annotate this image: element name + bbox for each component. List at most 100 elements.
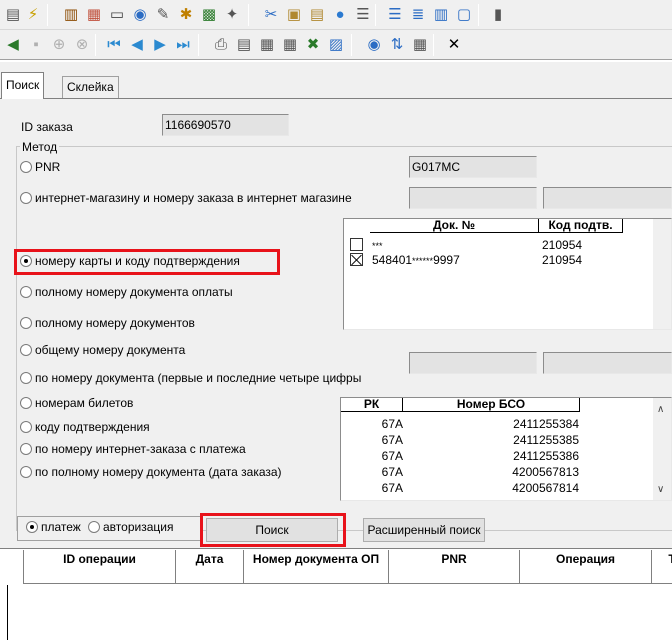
method-radio-6[interactable] <box>20 372 32 384</box>
shop-field[interactable] <box>409 187 537 209</box>
copy-icon[interactable]: ▣ <box>284 5 304 25</box>
highlight-card-option <box>14 249 280 275</box>
bso-cell: 2411255386 <box>513 449 579 463</box>
operation-header[interactable]: Операция <box>520 550 652 584</box>
info-icon[interactable]: ● <box>330 5 350 25</box>
toolbar-separator <box>478 4 479 26</box>
method-option-label-8: коду подтверждения <box>35 420 150 434</box>
doc-number-stars: *** <box>372 241 383 251</box>
doc-number-suffix: 9997 <box>433 253 460 267</box>
doc-grid-scrollbar[interactable] <box>653 219 671 329</box>
preview-icon[interactable]: ▤ <box>234 35 254 55</box>
advanced-search-button[interactable]: Расширенный поиск <box>363 518 485 542</box>
print-icon[interactable]: ⎙ <box>211 35 231 55</box>
document-icon[interactable]: ▤ <box>3 5 23 25</box>
doc-first4-field[interactable] <box>409 352 537 374</box>
first-record-icon[interactable]: ⏮ <box>104 35 124 55</box>
delete-icon[interactable]: ⊗ <box>72 35 92 55</box>
rk-header[interactable]: РК <box>341 398 403 412</box>
pnr-field[interactable]: G017MC <box>409 156 537 178</box>
person-icon[interactable]: ✦ <box>222 5 242 25</box>
pnr-header[interactable]: PNR <box>389 550 520 584</box>
next-record-icon[interactable]: ▶ <box>150 35 170 55</box>
method-radio-7[interactable] <box>20 397 32 409</box>
prev-record-icon[interactable]: ◀ <box>127 35 147 55</box>
report-icon[interactable]: ▨ <box>326 35 346 55</box>
code-cell: 210954 <box>542 238 583 252</box>
add-icon[interactable]: ⊕ <box>49 35 69 55</box>
ticket-grid[interactable]: РК Номер БСО ∧ ∨ 67А 2411255384 67А 2411255… <box>340 397 672 501</box>
sort-icon[interactable]: ⇅ <box>387 35 407 55</box>
operation-id-header[interactable]: ID операции <box>24 550 176 584</box>
last-record-icon[interactable]: ⏭ <box>173 35 193 55</box>
method-radio-10[interactable] <box>20 466 32 478</box>
doc-last4-field[interactable] <box>543 352 672 374</box>
method-radio-8[interactable] <box>20 421 32 433</box>
date-header[interactable]: Дата <box>176 550 244 584</box>
code-header[interactable]: Код подтв. <box>539 219 623 233</box>
method-radio-4[interactable] <box>20 317 32 329</box>
close-icon[interactable]: ✕ <box>444 35 464 55</box>
order-id-field[interactable]: 1166690570 <box>162 114 289 136</box>
authorization-radio[interactable] <box>88 521 100 533</box>
list-icon[interactable]: ☰ <box>353 5 373 25</box>
doc-number-op-header[interactable]: Номер документа ОП <box>244 550 389 584</box>
scroll-down-icon[interactable]: ∨ <box>657 484 664 495</box>
highlight-search-button <box>200 513 346 547</box>
tab-search[interactable]: Поиск <box>1 72 45 99</box>
type-header[interactable]: Т <box>652 550 672 584</box>
rk-cell: 67А <box>381 417 403 431</box>
doc-row-checkbox[interactable] <box>350 253 363 266</box>
method-radio-3[interactable] <box>20 286 32 298</box>
card-icon[interactable]: ▭ <box>107 5 127 25</box>
export2-icon[interactable]: ▦ <box>280 35 300 55</box>
toolbar-separator <box>433 34 434 56</box>
rk-cell: 67А <box>381 433 403 447</box>
tab-merge[interactable]: Склейка <box>62 76 119 98</box>
method-radio-1[interactable] <box>20 192 32 204</box>
window-icon[interactable]: ▢ <box>454 5 474 25</box>
scissors-icon[interactable]: ✂ <box>261 5 281 25</box>
calculator-icon[interactable]: ▦ <box>410 35 430 55</box>
payment-radio[interactable] <box>26 521 38 533</box>
order-id-label: ID заказа <box>21 120 73 134</box>
toolbar-separator <box>47 4 48 26</box>
authorization-label: авторизация <box>103 520 174 534</box>
doc-number-cell: 548401******9997 <box>372 254 460 267</box>
method-option-label-7: номерам билетов <box>35 396 134 410</box>
doc-grid[interactable]: Док. № Код подтв. *** 210954 548401******9… <box>343 218 672 330</box>
book-icon[interactable]: ▩ <box>199 5 219 25</box>
pencil-icon[interactable]: ✎ <box>153 5 173 25</box>
globe-icon[interactable]: ◉ <box>130 5 150 25</box>
save-icon[interactable]: ▪ <box>26 35 46 55</box>
lines-icon[interactable]: ≣ <box>408 5 428 25</box>
scroll-up-icon[interactable]: ∧ <box>657 404 664 415</box>
bso-header[interactable]: Номер БСО <box>403 398 580 412</box>
doc-number-header[interactable]: Док. № <box>370 219 539 233</box>
export-icon[interactable]: ▦ <box>257 35 277 55</box>
lightning-icon[interactable]: ⚡ <box>23 5 43 25</box>
method-radio-5[interactable] <box>20 344 32 356</box>
bso-cell: 2411255385 <box>513 433 579 447</box>
paste-icon[interactable]: ▤ <box>307 5 327 25</box>
method-option-label-0: PNR <box>35 160 61 174</box>
search-icon[interactable]: ◉ <box>364 35 384 55</box>
back-icon[interactable]: ◀ <box>3 35 23 55</box>
exit-icon[interactable]: ▮ <box>488 5 508 25</box>
toolbar-separator <box>351 34 352 56</box>
ticket-grid-scrollbar[interactable]: ∧ ∨ <box>653 398 671 500</box>
calendar-icon[interactable]: ▦ <box>84 5 104 25</box>
excel-icon[interactable]: ✖ <box>303 35 323 55</box>
method-radio-9[interactable] <box>20 443 32 455</box>
shop-order-field[interactable] <box>543 187 672 209</box>
rk-cell: 67А <box>381 465 403 479</box>
payment-label: платеж <box>41 520 81 534</box>
doc-row-checkbox[interactable] <box>350 238 363 251</box>
columns-icon[interactable]: ▥ <box>431 5 451 25</box>
doc-number-prefix: 548401 <box>372 253 413 267</box>
results-grid[interactable]: ID операции Дата Номер документа ОП PNR … <box>0 548 672 640</box>
building-icon[interactable]: ▥ <box>61 5 81 25</box>
method-radio-0[interactable] <box>20 161 32 173</box>
align-icon[interactable]: ☰ <box>385 5 405 25</box>
key-icon[interactable]: ✱ <box>176 5 196 25</box>
